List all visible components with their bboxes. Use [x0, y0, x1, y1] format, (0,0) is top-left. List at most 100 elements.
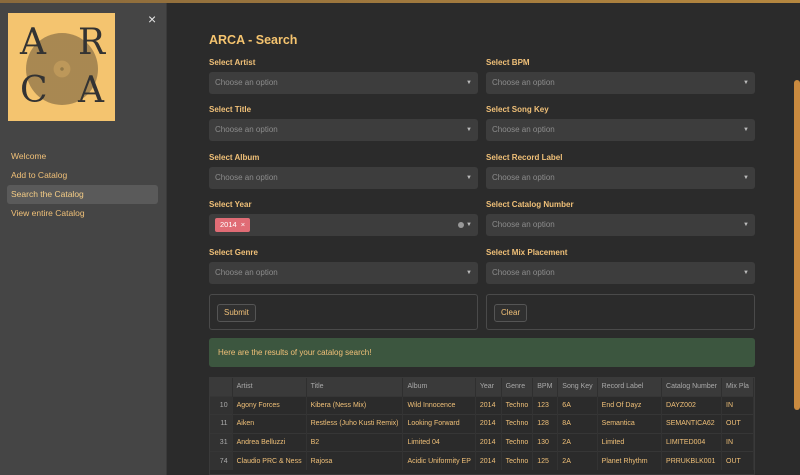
- cell-catalog-number: LIMITED004: [661, 432, 722, 452]
- record-label-field: Select Record Label Choose an option ▼: [486, 153, 755, 189]
- chevron-down-icon: ▼: [743, 127, 749, 133]
- chevron-down-icon: ▼: [466, 222, 472, 228]
- main-content: ARCA - Search Select Artist Choose an op…: [167, 3, 800, 475]
- album-select[interactable]: Choose an option ▼: [209, 167, 478, 189]
- mix-placement-field: Select Mix Placement Choose an option ▼: [486, 248, 755, 284]
- column-header-artist[interactable]: Artist: [232, 378, 307, 396]
- cell-artist: Agony Forces: [232, 395, 307, 415]
- cell-album: Wild Innocence: [402, 395, 476, 415]
- cell-title: Rajosa: [306, 451, 404, 470]
- chevron-down-icon: ▼: [466, 80, 472, 86]
- album-field: Select Album Choose an option ▼: [209, 153, 478, 189]
- row-index: 31: [210, 432, 233, 452]
- column-header-index[interactable]: [210, 378, 233, 396]
- sidebar-item-view-catalog[interactable]: View entire Catalog: [7, 204, 158, 223]
- success-alert: Here are the results of your catalog sea…: [209, 338, 755, 367]
- song-key-select[interactable]: Choose an option ▼: [486, 119, 755, 141]
- column-header-title[interactable]: Title: [306, 378, 404, 396]
- clear-button[interactable]: Clear: [494, 304, 528, 322]
- year-label: Select Year: [209, 200, 252, 209]
- chevron-down-icon: ▼: [743, 270, 749, 276]
- cell-mix-placement: IN: [721, 432, 754, 452]
- mix-placement-label: Select Mix Placement: [486, 248, 568, 257]
- bpm-field: Select BPM Choose an option ▼: [486, 58, 755, 94]
- cell-bpm: 123: [532, 395, 559, 415]
- page-title: ARCA - Search: [209, 33, 298, 47]
- table-row[interactable]: 31 Andrea Belluzzi B2 Limited 04 2014 Te…: [210, 432, 754, 452]
- cell-album: Limited 04: [402, 432, 476, 452]
- clear-form: Clear: [486, 294, 755, 330]
- column-header-genre[interactable]: Genre: [501, 378, 534, 396]
- song-key-field: Select Song Key Choose an option ▼: [486, 105, 755, 141]
- cell-artist: Aiken: [232, 414, 307, 433]
- year-tag: 2014 ×: [215, 218, 251, 232]
- arca-logo: A R C A: [8, 13, 115, 121]
- clear-selection-icon[interactable]: [458, 222, 464, 228]
- bpm-select[interactable]: Choose an option ▼: [486, 72, 755, 94]
- column-header-mix-placement[interactable]: Mix Pla: [721, 378, 754, 396]
- cell-genre: Techno: [501, 395, 534, 415]
- sidebar-item-add-to-catalog[interactable]: Add to Catalog: [7, 166, 158, 185]
- column-header-record-label[interactable]: Record Label: [597, 378, 663, 396]
- cell-genre: Techno: [501, 414, 534, 433]
- catalog-number-label: Select Catalog Number: [486, 200, 574, 209]
- genre-select[interactable]: Choose an option ▼: [209, 262, 478, 284]
- record-label-select[interactable]: Choose an option ▼: [486, 167, 755, 189]
- column-header-bpm[interactable]: BPM: [532, 378, 559, 396]
- cell-mix-placement: OUT: [721, 451, 754, 470]
- row-index: 10: [210, 395, 233, 415]
- page-scrollbar[interactable]: [794, 80, 800, 410]
- artist-field: Select Artist Choose an option ▼: [209, 58, 478, 94]
- cell-record-label: Limited: [597, 432, 663, 452]
- row-index: 11: [210, 414, 233, 433]
- column-header-year[interactable]: Year: [475, 378, 502, 396]
- cell-year: 2014: [475, 432, 502, 452]
- table-row[interactable]: 10 Agony Forces Kibera (Ness Mix) Wild I…: [210, 395, 754, 415]
- cell-title: B2: [306, 432, 404, 452]
- chevron-down-icon: ▼: [743, 222, 749, 228]
- results-table[interactable]: Artist Title Album Year Genre BPM Song K…: [209, 377, 755, 475]
- cell-catalog-number: PRRUKBLK001: [661, 451, 722, 470]
- column-header-album[interactable]: Album: [402, 378, 476, 396]
- album-label: Select Album: [209, 153, 260, 162]
- logo-letter-a2: A: [78, 70, 104, 111]
- remove-tag-icon[interactable]: ×: [241, 220, 245, 229]
- record-label-label: Select Record Label: [486, 153, 563, 162]
- year-field: Select Year 2014 × ▼: [209, 200, 478, 236]
- table-row[interactable]: 11 Aiken Restless (Juho Kusti Remix) Loo…: [210, 414, 754, 433]
- submit-button[interactable]: Submit: [217, 304, 256, 322]
- cell-year: 2014: [475, 451, 502, 470]
- title-select[interactable]: Choose an option ▼: [209, 119, 478, 141]
- cell-artist: Claudio PRC & Ness: [232, 451, 307, 470]
- cell-album: Looking Forward: [402, 414, 476, 433]
- cell-genre: Techno: [501, 432, 534, 452]
- catalog-number-select[interactable]: Choose an option ▼: [486, 214, 755, 236]
- column-header-catalog-number[interactable]: Catalog Number: [661, 378, 722, 396]
- catalog-number-field: Select Catalog Number Choose an option ▼: [486, 200, 755, 236]
- cell-artist: Andrea Belluzzi: [232, 432, 307, 452]
- chevron-down-icon: ▼: [466, 175, 472, 181]
- submit-form: Submit: [209, 294, 478, 330]
- sidebar-item-search-catalog[interactable]: Search the Catalog: [7, 185, 158, 204]
- cell-song-key: 2A: [557, 432, 598, 452]
- title-label: Select Title: [209, 105, 252, 114]
- cell-album: Acidic Uniformity EP: [402, 451, 476, 470]
- year-select[interactable]: 2014 × ▼: [209, 214, 478, 236]
- table-header-row: Artist Title Album Year Genre BPM Song K…: [210, 378, 754, 396]
- cell-year: 2014: [475, 395, 502, 415]
- close-sidebar-icon[interactable]: ×: [148, 11, 156, 27]
- artist-select[interactable]: Choose an option ▼: [209, 72, 478, 94]
- cell-year: 2014: [475, 414, 502, 433]
- cell-record-label: End Of Dayz: [597, 395, 663, 415]
- logo-letter-r: R: [78, 22, 106, 63]
- column-header-song-key[interactable]: Song Key: [557, 378, 598, 396]
- chevron-down-icon: ▼: [466, 127, 472, 133]
- sidebar: A R C A × Welcome Add to Catalog Search …: [0, 3, 167, 475]
- cell-mix-placement: IN: [721, 395, 754, 415]
- sidebar-item-welcome[interactable]: Welcome: [7, 147, 158, 166]
- cell-genre: Techno: [501, 451, 534, 470]
- genre-field: Select Genre Choose an option ▼: [209, 248, 478, 284]
- chevron-down-icon: ▼: [743, 80, 749, 86]
- mix-placement-select[interactable]: Choose an option ▼: [486, 262, 755, 284]
- table-row[interactable]: 74 Claudio PRC & Ness Rajosa Acidic Unif…: [210, 451, 754, 470]
